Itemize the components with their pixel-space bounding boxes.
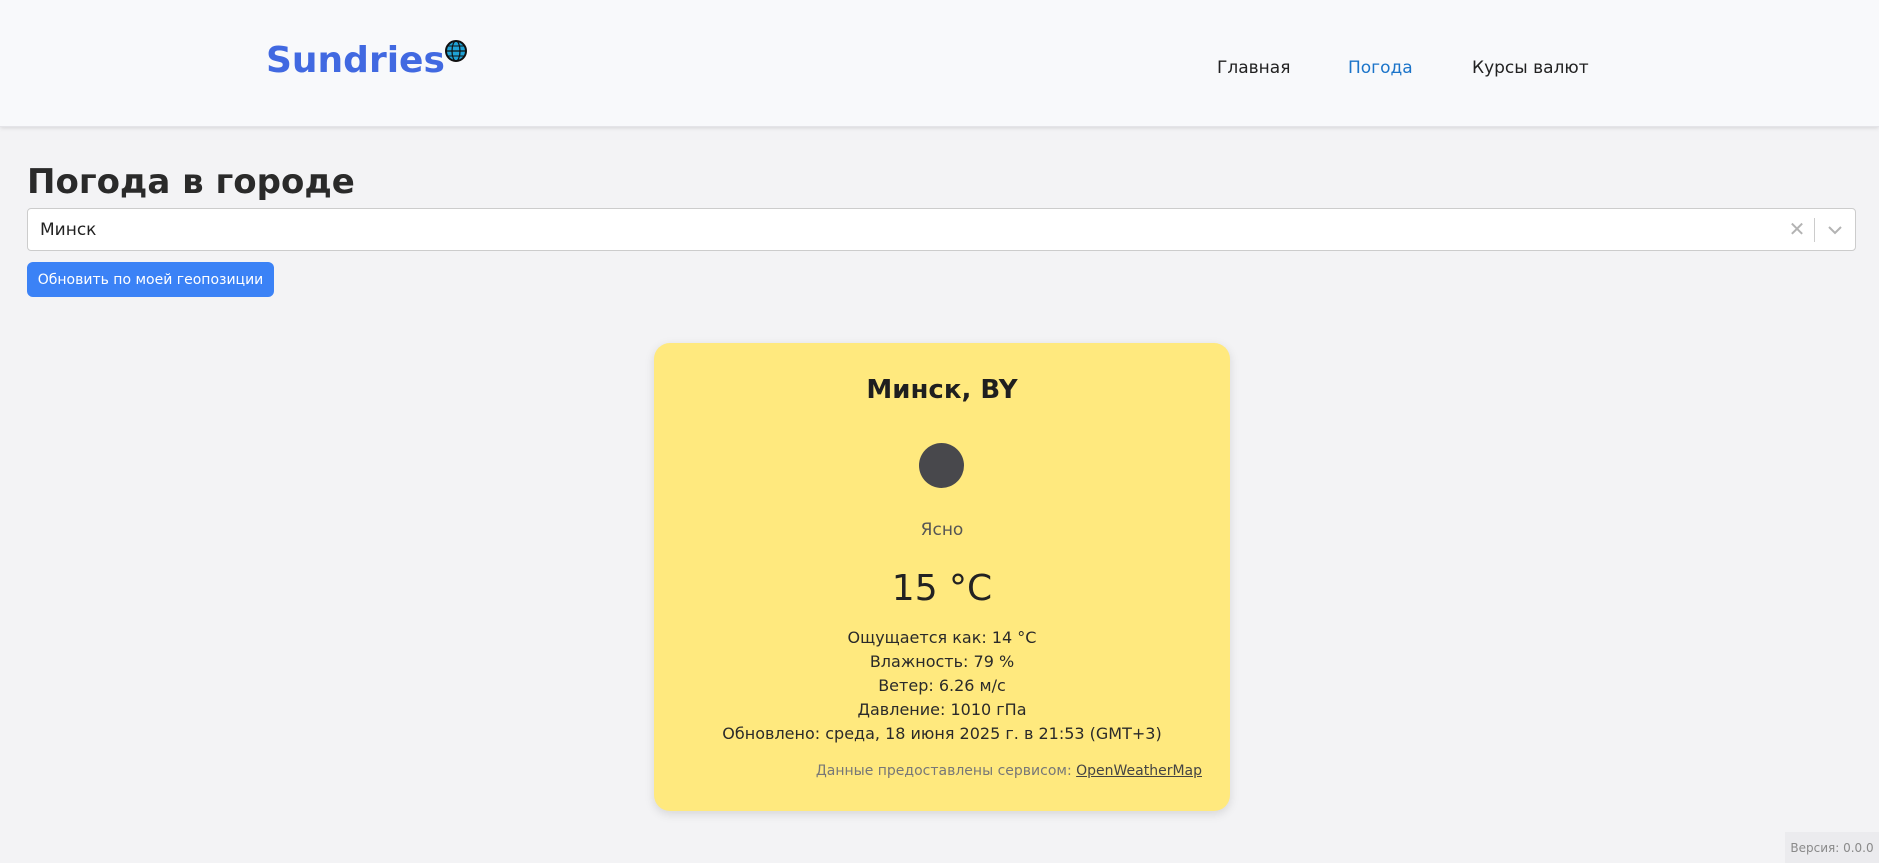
pressure: Давление: 1010 гПа xyxy=(857,700,1027,719)
city-select[interactable]: Минск ✕ xyxy=(27,208,1856,251)
version-badge: Версия: 0.0.0 xyxy=(1785,832,1879,863)
feels-like: Ощущается как: 14 °C xyxy=(847,628,1037,647)
weather-details: Ощущается как: 14 °C Влажность: 79 % Вет… xyxy=(654,626,1230,746)
weather-icon xyxy=(919,443,964,488)
geo-update-button[interactable]: Обновить по моей геопозиции xyxy=(27,262,274,297)
humidity: Влажность: 79 % xyxy=(869,652,1015,671)
page-title: Погода в городе xyxy=(27,162,355,202)
city-select-value[interactable]: Минск xyxy=(28,220,1780,240)
openweathermap-link[interactable]: OpenWeatherMap xyxy=(1076,763,1202,779)
chevron-down-icon[interactable] xyxy=(1815,209,1855,250)
weather-temperature: 15 °C xyxy=(891,568,993,609)
logo-text: Sundries xyxy=(266,40,445,81)
weather-description: Ясно xyxy=(920,520,964,540)
top-header: Sundries Главная Погода Курсы валют xyxy=(0,0,1879,127)
wind: Ветер: 6.26 м/с xyxy=(878,676,1006,695)
weather-card: Минск, BY Ясно 15 °C Ощущается как: 14 °… xyxy=(654,343,1230,811)
attribution: Данные предоставлены сервисом: OpenWeath… xyxy=(816,763,1202,779)
nav-currency[interactable]: Курсы валют xyxy=(1472,58,1589,78)
close-icon[interactable]: ✕ xyxy=(1780,209,1814,250)
nav-weather[interactable]: Погода xyxy=(1348,58,1413,78)
attribution-text: Данные предоставлены сервисом: xyxy=(815,763,1072,779)
nav-home[interactable]: Главная xyxy=(1217,58,1290,78)
updated-time: Обновлено: среда, 18 июня 2025 г. в 21:5… xyxy=(722,724,1162,743)
globe-icon xyxy=(444,40,467,62)
logo[interactable]: Sundries xyxy=(266,40,467,81)
weather-city: Минск, BY xyxy=(866,375,1018,405)
